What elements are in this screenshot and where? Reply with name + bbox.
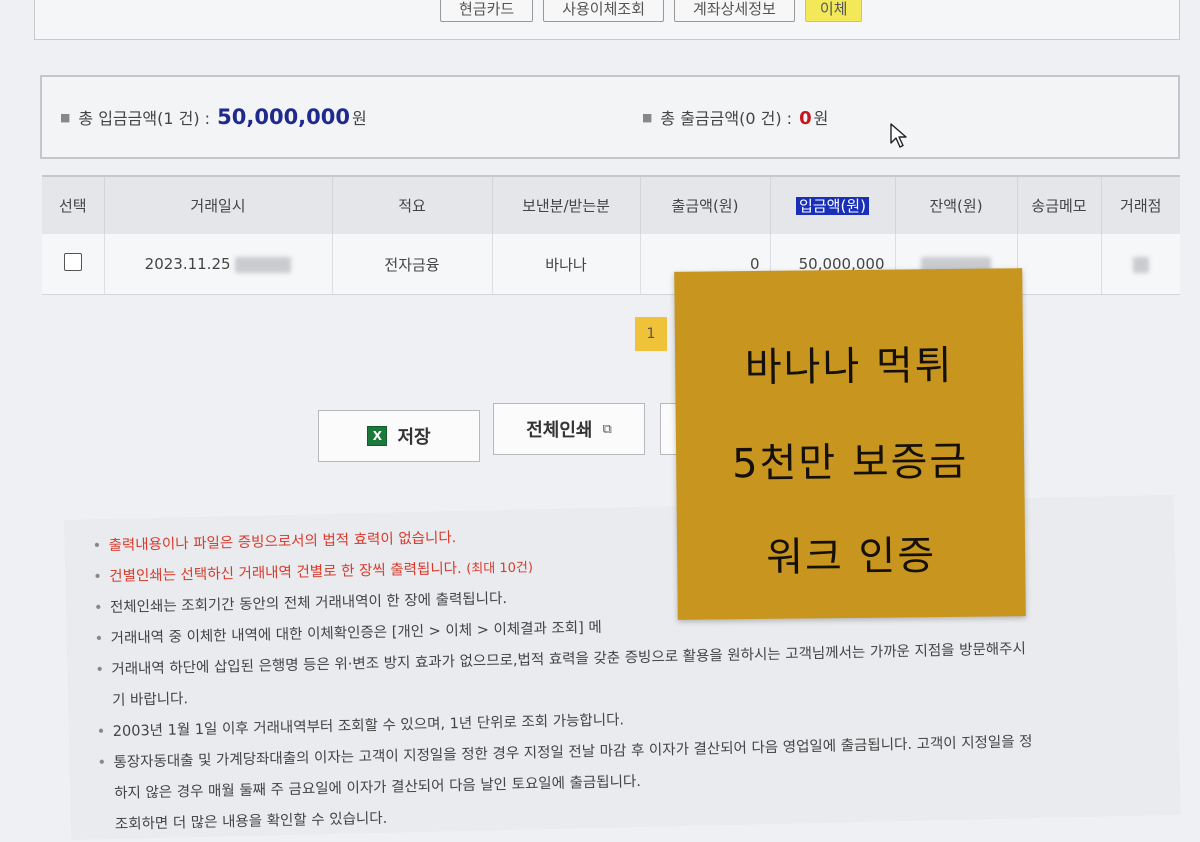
notice-text: 전체인쇄는 조회기간 동안의 전체 거래내역이 한 장에 출력됩니다. [109, 590, 508, 616]
pagination-current-page[interactable]: 1 [635, 317, 667, 351]
col-deposit-label: 입금액(원) [796, 197, 869, 215]
total-deposit-value: 50,000,000 [217, 105, 350, 129]
total-withdraw-unit: 원 [813, 109, 829, 128]
row-datetime: 2023.11.25 [104, 234, 333, 295]
tab-cash-card[interactable]: 현금카드 [440, 0, 534, 22]
notice-text: 거래내역 중 이체한 내역에 대한 이체확인증은 [개인 > 이체 > 이체결과… [110, 619, 602, 647]
notice-text: 조회하면 더 많은 내용을 확인할 수 있습니다. [114, 810, 388, 833]
col-memo: 송금메모 [1017, 175, 1102, 234]
notice-text: 기 바랍니다. [111, 691, 189, 709]
external-link-icon: ⧉ [602, 421, 612, 437]
total-deposit-label: 총 입금금액(1 건) : [78, 109, 211, 128]
sticky-note: 바나나 먹튀 5천만 보증금 워크 인증 [674, 268, 1026, 620]
notice-text: 출력내용이나 파일은 증빙으로서의 법적 효력이 없습니다. [108, 530, 457, 554]
notice-note: (최대 10건) [466, 560, 534, 577]
total-withdraw-value: 0 [799, 108, 812, 129]
notice-text: 하지 않은 경우 매월 둘째 주 금요일에 이자가 결산되어 다음 날인 토요일… [114, 773, 642, 802]
notice-text: 2003년 1월 1일 이후 거래내역부터 조회할 수 있으며, 1년 단위로 … [112, 712, 625, 740]
row-date: 2023.11.25 [144, 255, 231, 273]
row-select-cell [42, 234, 105, 295]
col-balance: 잔액(원) [895, 175, 1018, 234]
total-deposit: ■ 총 입금금액(1 건) : 50,000,000 원 [60, 105, 367, 129]
print-all-button[interactable]: 전체인쇄 ⧉ [493, 403, 645, 455]
table-header-row: 선택 거래일시 적요 보낸분/받는분 출금액(원) 입금액(원) 잔액(원) 송… [42, 175, 1180, 234]
total-withdraw-label: 총 출금금액(0 건) : [660, 109, 793, 128]
col-counterparty: 보낸분/받는분 [492, 175, 641, 234]
col-branch: 거래점 [1101, 175, 1180, 234]
bullet-icon: ■ [60, 111, 71, 124]
save-button[interactable]: X 저장 [318, 410, 480, 462]
row-summary: 전자금융 [332, 234, 493, 295]
top-tab-bar: 현금카드 사용이체조회 계좌상세정보 이체 [440, 0, 863, 22]
row-counterparty: 바나나 [492, 234, 641, 295]
col-withdraw: 출금액(원) [640, 175, 771, 234]
sticky-note-line: 5천만 보증금 [731, 438, 969, 488]
bullet-icon: ■ [642, 111, 653, 124]
save-button-label: 저장 [397, 427, 431, 448]
tab-account-details[interactable]: 계좌상세정보 [674, 0, 795, 22]
total-withdraw: ■ 총 출금금액(0 건) : 0원 [642, 105, 828, 129]
col-select: 선택 [42, 175, 105, 234]
redacted-branch [1132, 256, 1149, 273]
col-summary: 적요 [332, 175, 493, 234]
sticky-note-line: 워크 인증 [765, 533, 937, 581]
print-all-label: 전체인쇄 [526, 420, 593, 441]
sticky-note-line: 바나나 먹튀 [744, 342, 954, 392]
col-datetime: 거래일시 [104, 175, 333, 234]
total-deposit-unit: 원 [352, 109, 367, 128]
col-deposit: 입금액(원) [770, 175, 896, 234]
excel-icon: X [367, 426, 388, 446]
mouse-cursor-icon [890, 123, 907, 148]
row-branch [1101, 234, 1180, 295]
summary-box: ■ 총 입금금액(1 건) : 50,000,000 원 ■ 총 출금금액(0 건) … [40, 75, 1180, 159]
tab-transfer[interactable]: 이체 [804, 0, 863, 22]
redacted-time [235, 256, 292, 273]
tab-usage-transfer[interactable]: 사용이체조회 [543, 0, 665, 22]
notice-text: 건별인쇄는 선택하신 거래내역 건별로 한 장씩 출력됩니다. [109, 560, 462, 585]
row-checkbox[interactable] [63, 253, 82, 271]
row-memo [1017, 234, 1102, 295]
